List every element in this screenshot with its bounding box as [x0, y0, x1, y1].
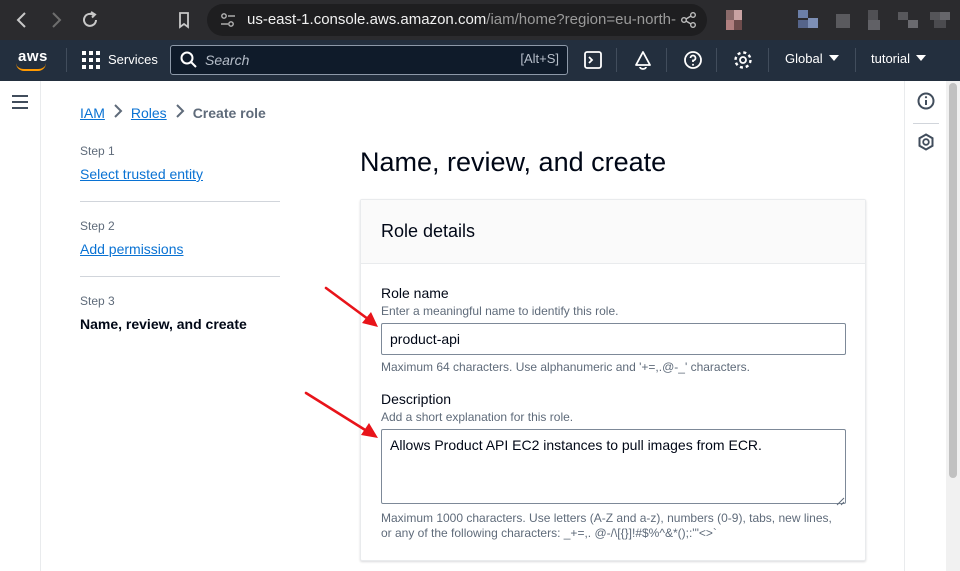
- page-scrollbar[interactable]: [946, 81, 960, 571]
- site-info-icon[interactable]: [219, 10, 237, 30]
- panel-header: Role details: [361, 200, 865, 264]
- page-title: Name, review, and create: [360, 147, 667, 177]
- nav-divider: [768, 48, 769, 72]
- nav-divider: [716, 48, 717, 72]
- extension-icon[interactable]: [864, 8, 888, 32]
- description-textarea[interactable]: Allows Product API EC2 instances to pull…: [381, 429, 846, 504]
- region-label: Global: [785, 51, 823, 66]
- annotation-arrow-icon: [304, 391, 378, 438]
- wizard-step-3: Step 3 Name, review, and create: [80, 293, 280, 333]
- step-divider: [80, 276, 280, 277]
- url-host: us-east-1.console.aws.amazon.com: [247, 11, 487, 28]
- role-name-description: Enter a meaningful name to identify this…: [381, 304, 619, 318]
- aws-top-navigation: aws Services [Alt+S] Global tutorial: [0, 40, 960, 81]
- extension-icon[interactable]: [896, 8, 920, 32]
- role-name-constraint: Maximum 64 characters. Use alphanumeric …: [381, 360, 750, 374]
- wizard-step-1: Step 1 Select trusted entity: [80, 143, 280, 183]
- rail-divider: [913, 123, 939, 124]
- scrollbar-thumb[interactable]: [949, 83, 957, 478]
- extension-icon[interactable]: [796, 8, 828, 32]
- nav-divider: [66, 48, 67, 72]
- description-constraint-line2: or any of the following characters: _+=,…: [381, 526, 717, 540]
- share-icon[interactable]: [679, 10, 699, 30]
- forward-arrow-icon[interactable]: [44, 8, 68, 32]
- role-name-input[interactable]: [381, 323, 846, 355]
- breadcrumb-current: Create role: [192, 105, 266, 121]
- panel-title: Role details: [381, 221, 476, 241]
- step-add-permissions-link[interactable]: Add permissions: [80, 240, 280, 258]
- region-selector[interactable]: Global: [785, 51, 839, 66]
- step-number: Step 3: [80, 294, 115, 308]
- resize-handle-icon[interactable]: [835, 493, 845, 506]
- step-number: Step 2: [80, 219, 115, 233]
- chevron-right-icon: [167, 104, 193, 124]
- bookmark-icon[interactable]: [172, 8, 196, 32]
- step-number: Step 1: [80, 144, 115, 158]
- side-navigation-rail: [0, 81, 41, 571]
- extension-icon[interactable]: [832, 8, 856, 32]
- breadcrumb-roles-link[interactable]: Roles: [131, 105, 167, 121]
- nav-divider: [616, 48, 617, 72]
- chevron-right-icon: [105, 104, 131, 124]
- caret-down-icon: [828, 55, 839, 61]
- extension-icon[interactable]: [928, 8, 952, 32]
- reload-icon[interactable]: [78, 8, 102, 32]
- back-arrow-icon[interactable]: [10, 8, 34, 32]
- info-icon[interactable]: [916, 91, 936, 111]
- nav-divider: [855, 48, 856, 72]
- description-constraint-line1: Maximum 1000 characters. Use letters (A-…: [381, 511, 832, 525]
- address-bar[interactable]: us-east-1.console.aws.amazon.com/iam/hom…: [207, 4, 707, 36]
- grid-icon: [82, 51, 100, 69]
- cloudshell-icon[interactable]: [582, 49, 604, 71]
- step-select-trusted-entity-link[interactable]: Select trusted entity: [80, 165, 280, 183]
- notifications-icon[interactable]: [632, 49, 654, 71]
- search-input[interactable]: [205, 50, 505, 70]
- step-divider: [80, 201, 280, 202]
- url-text: us-east-1.console.aws.amazon.com/iam/hom…: [247, 4, 677, 36]
- description-hint: Add a short explanation for this role.: [381, 410, 574, 424]
- search-shortcut-hint: [Alt+S]: [520, 51, 559, 66]
- search-icon: [179, 50, 199, 70]
- nav-divider: [666, 48, 667, 72]
- services-label: Services: [108, 52, 158, 67]
- breadcrumb: IAM Roles Create role: [80, 103, 266, 123]
- tools-rail: [904, 81, 946, 571]
- role-details-panel: Role details Role name Enter a meaningfu…: [360, 199, 866, 561]
- role-name-label: Role name: [381, 285, 449, 301]
- description-label: Description: [381, 391, 452, 407]
- annotation-arrow-icon: [324, 286, 378, 327]
- menu-icon[interactable]: [12, 95, 28, 109]
- hexagon-help-icon[interactable]: [916, 132, 936, 152]
- breadcrumb-iam-link[interactable]: IAM: [80, 105, 105, 121]
- account-label: tutorial: [871, 51, 911, 66]
- url-path: /iam/home?region=eu-north-1...: [486, 11, 677, 28]
- browser-toolbar: us-east-1.console.aws.amazon.com/iam/hom…: [0, 0, 960, 40]
- account-menu[interactable]: tutorial: [871, 51, 927, 66]
- help-icon[interactable]: [682, 49, 704, 71]
- caret-down-icon: [916, 55, 927, 61]
- extension-icon[interactable]: [724, 8, 748, 32]
- settings-icon[interactable]: [732, 49, 754, 71]
- wizard-step-2: Step 2 Add permissions: [80, 218, 280, 258]
- search-bar[interactable]: [Alt+S]: [170, 45, 568, 75]
- step-current-label: Name, review, and create: [80, 316, 247, 332]
- aws-smile-icon: [16, 63, 46, 71]
- aws-logo[interactable]: aws: [12, 48, 52, 74]
